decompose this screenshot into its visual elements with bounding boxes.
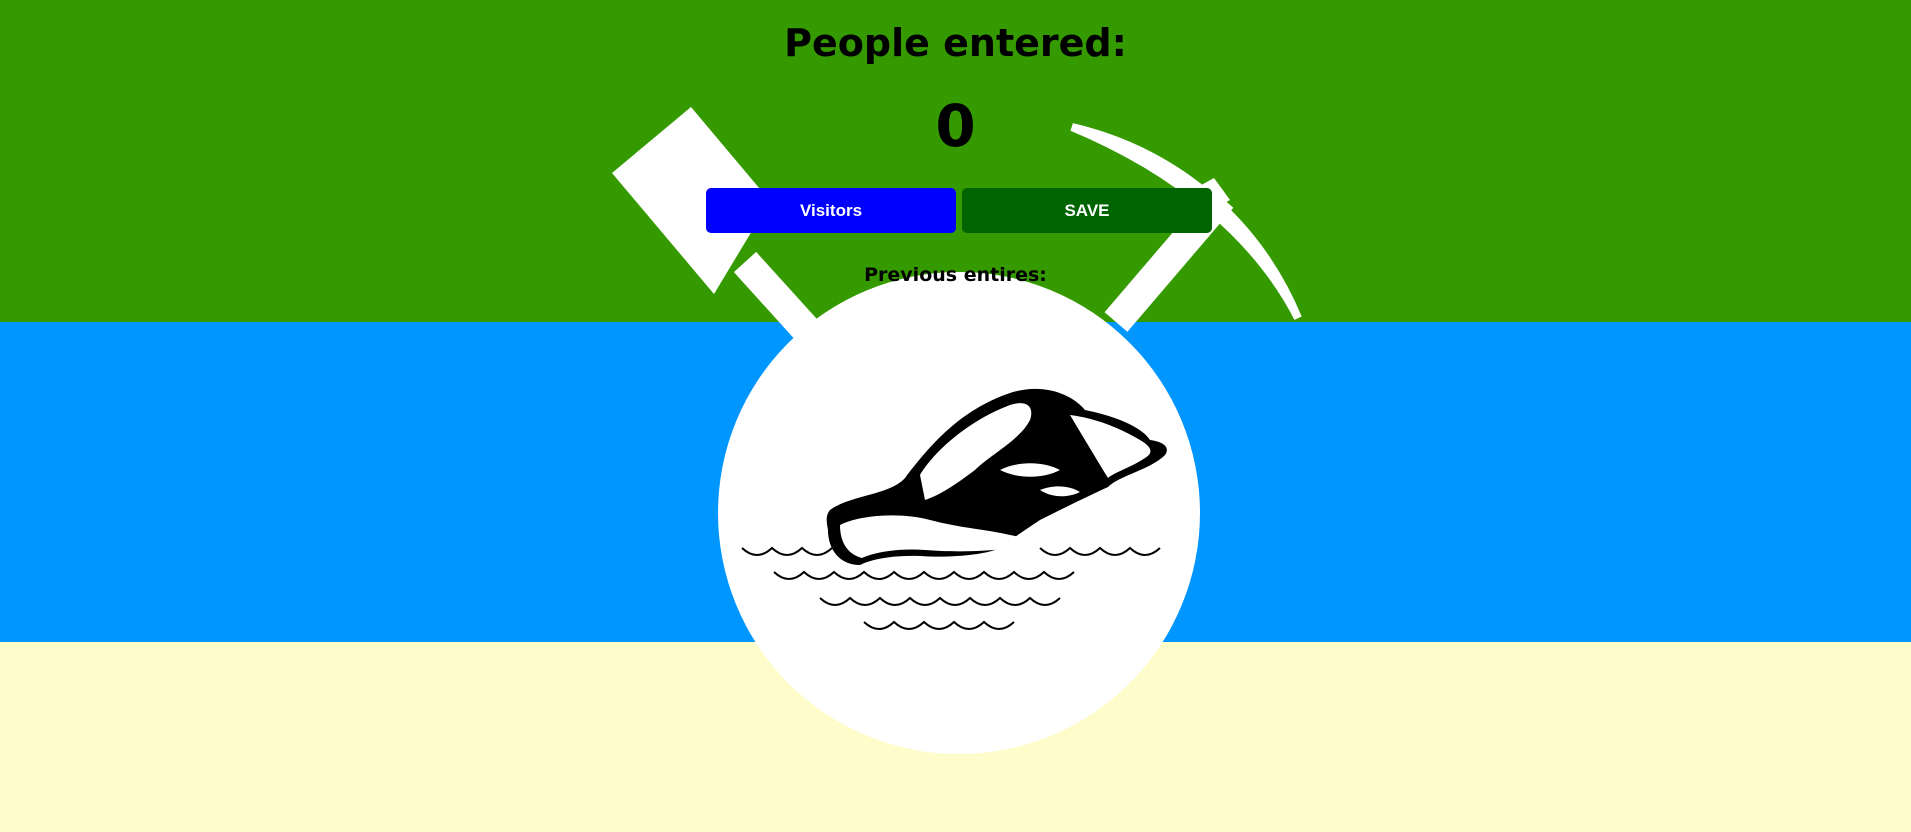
page-title: People entered: [784,21,1127,65]
visitors-button[interactable]: Visitors [706,188,956,233]
people-count: 0 [935,92,976,160]
save-button[interactable]: SAVE [962,188,1212,233]
previous-entries-label: Previous entires: [864,264,1047,286]
